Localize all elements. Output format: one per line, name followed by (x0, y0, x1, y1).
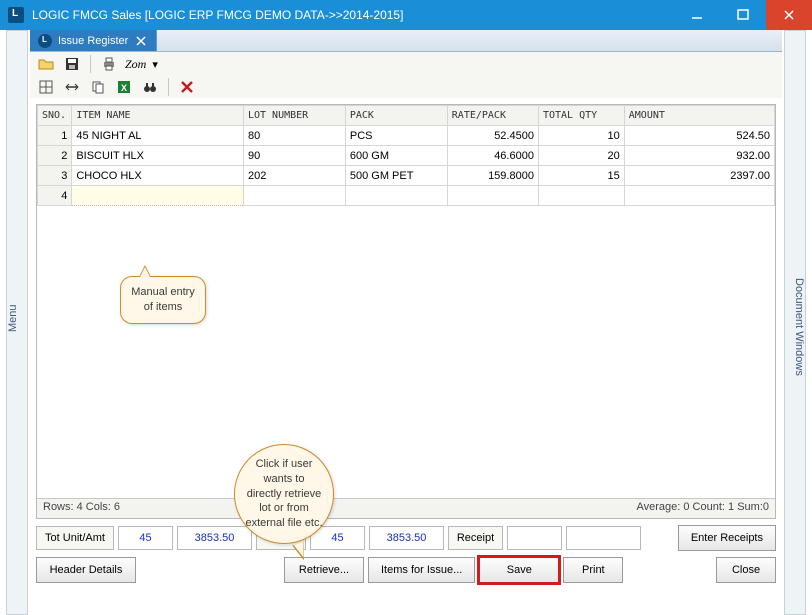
grid-header-row: SNO. ITEM NAME LOT NUMBER PACK RATE/PACK… (38, 106, 775, 126)
cell-pack[interactable]: PCS (345, 126, 447, 146)
callout-manual-entry: Manual entry of items (120, 276, 206, 324)
table-row[interactable]: 145 NIGHT AL80PCS52.450010524.50 (38, 126, 775, 146)
tab-close-icon[interactable] (134, 34, 148, 48)
bottom-panel: Tot Unit/Amt 45 3853.50 Issue 45 3853.50… (36, 525, 776, 603)
maximize-button[interactable] (720, 0, 766, 30)
cell-sno: 4 (38, 186, 72, 206)
cell-pack[interactable]: 500 GM PET (345, 166, 447, 186)
callout-retrieve: Click if user wants to directly retrieve… (234, 444, 334, 544)
printer-icon[interactable] (99, 54, 119, 74)
minimize-button[interactable] (674, 0, 720, 30)
cell-item-name[interactable]: CHOCO HLX (72, 166, 244, 186)
cell-item-name[interactable]: 45 NIGHT AL (72, 126, 244, 146)
cell-qty[interactable]: 20 (538, 146, 624, 166)
grid-rowcol-status: Rows: 4 Cols: 6 (43, 501, 120, 516)
header-details-button[interactable]: Header Details (36, 557, 136, 583)
cell-lot[interactable]: 202 (243, 166, 345, 186)
cell-amount[interactable]: 932.00 (624, 146, 774, 166)
tot-amt-value: 3853.50 (177, 526, 252, 550)
receipt-units-value (507, 526, 562, 550)
app-icon (8, 7, 24, 23)
menu-sidebar[interactable]: Menu (6, 30, 28, 615)
cell-rate[interactable] (447, 186, 538, 206)
issue-amt-value: 3853.50 (369, 526, 444, 550)
cell-lot[interactable] (243, 186, 345, 206)
tot-unit-amt-label: Tot Unit/Amt (36, 526, 114, 550)
tot-units-value: 45 (118, 526, 173, 550)
col-rate-pack[interactable]: RATE/PACK (447, 106, 538, 126)
binoculars-icon[interactable] (140, 77, 160, 97)
save-icon[interactable] (62, 54, 82, 74)
copy-icon[interactable] (88, 77, 108, 97)
cell-rate[interactable]: 46.6000 (447, 146, 538, 166)
receipt-label: Receipt (448, 526, 503, 550)
main-toolbar: Zom ▾ (30, 52, 782, 76)
delete-icon[interactable] (177, 77, 197, 97)
col-total-qty[interactable]: TOTAL QTY (538, 106, 624, 126)
window-titlebar: LOGIC FMCG Sales [LOGIC ERP FMCG DEMO DA… (0, 0, 812, 30)
cell-amount[interactable] (624, 186, 774, 206)
table-row[interactable]: 3CHOCO HLX202500 GM PET159.8000152397.00 (38, 166, 775, 186)
col-amount[interactable]: AMOUNT (624, 106, 774, 126)
close-window-button[interactable] (766, 0, 812, 30)
grid-footer: Rows: 4 Cols: 6 Average: 0 Count: 1 Sum:… (37, 498, 775, 518)
table-row[interactable]: 2BISCUIT HLX90600 GM46.600020932.00 (38, 146, 775, 166)
tab-label: Issue Register (58, 35, 128, 47)
cell-amount[interactable]: 2397.00 (624, 166, 774, 186)
fit-width-icon[interactable] (62, 77, 82, 97)
zoom-dropdown-icon[interactable]: ▾ (152, 58, 158, 71)
grid-aggregate-status: Average: 0 Count: 1 Sum:0 (637, 501, 770, 516)
col-item-name[interactable]: ITEM NAME (72, 106, 244, 126)
print-button[interactable]: Print (563, 557, 623, 583)
cell-qty[interactable] (538, 186, 624, 206)
cell-sno: 2 (38, 146, 72, 166)
window-title: LOGIC FMCG Sales [LOGIC ERP FMCG DEMO DA… (32, 8, 403, 22)
grid-icon[interactable] (36, 77, 56, 97)
cell-item-name[interactable] (72, 186, 244, 206)
svg-text:X: X (121, 83, 127, 93)
col-lot-number[interactable]: LOT NUMBER (243, 106, 345, 126)
document-tabbar: Issue Register (30, 30, 782, 52)
receipt-amt-value (566, 526, 641, 550)
zoom-label[interactable]: Zom (125, 57, 146, 72)
cell-sno: 1 (38, 126, 72, 146)
cell-lot[interactable]: 80 (243, 126, 345, 146)
cell-pack[interactable]: 600 GM (345, 146, 447, 166)
col-pack[interactable]: PACK (345, 106, 447, 126)
cell-lot[interactable]: 90 (243, 146, 345, 166)
grid-toolbar: X (30, 76, 782, 98)
cell-rate[interactable]: 159.8000 (447, 166, 538, 186)
excel-icon[interactable]: X (114, 77, 134, 97)
document-windows-sidebar[interactable]: Document Windows (784, 30, 806, 615)
tab-issue-register[interactable]: Issue Register (30, 30, 157, 51)
col-sno[interactable]: SNO. (38, 106, 72, 126)
cell-rate[interactable]: 52.4500 (447, 126, 538, 146)
cell-qty[interactable]: 10 (538, 126, 624, 146)
close-button[interactable]: Close (716, 557, 776, 583)
cell-amount[interactable]: 524.50 (624, 126, 774, 146)
new-folder-icon[interactable] (36, 54, 56, 74)
cell-pack[interactable] (345, 186, 447, 206)
table-row[interactable]: 4 (38, 186, 775, 206)
retrieve-button[interactable]: Retrieve... (284, 557, 364, 583)
cell-item-name[interactable]: BISCUIT HLX (72, 146, 244, 166)
client-area: Issue Register Zom ▾ X SNO. ITEM NAME (30, 30, 782, 609)
cell-sno: 3 (38, 166, 72, 186)
cell-qty[interactable]: 15 (538, 166, 624, 186)
tab-icon (38, 34, 52, 48)
save-button[interactable]: Save (479, 557, 559, 583)
items-for-issue-button[interactable]: Items for Issue... (368, 557, 475, 583)
enter-receipts-button[interactable]: Enter Receipts (678, 525, 776, 551)
